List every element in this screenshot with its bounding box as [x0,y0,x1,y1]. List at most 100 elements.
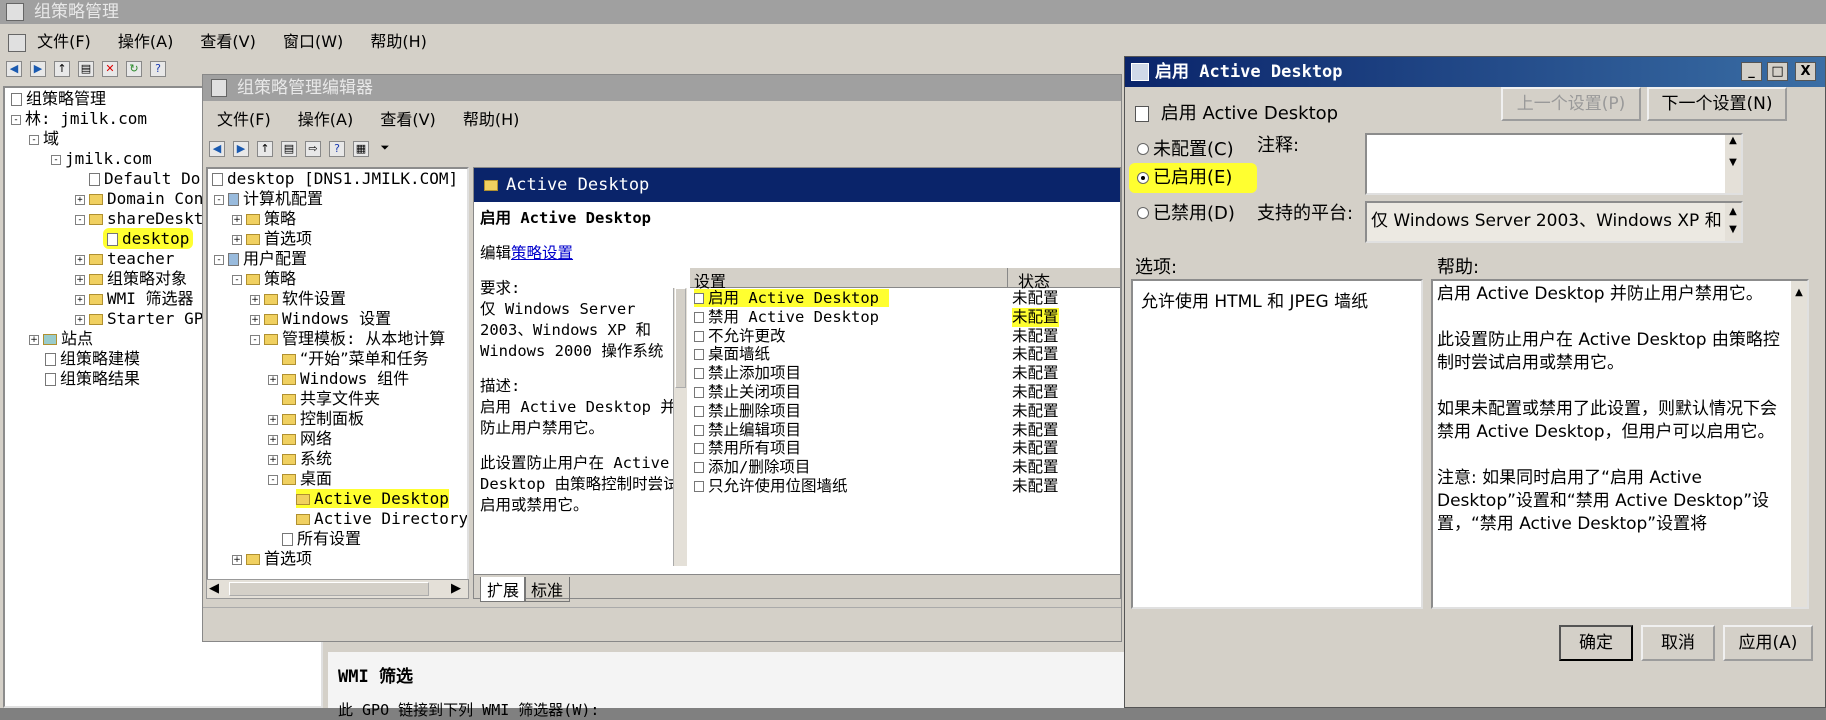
prev-setting-button[interactable]: 上一个设置(P) [1501,87,1641,121]
gpm-toolbar: ◀ ▶ ↑ ▤ ✕ ↻ ? [6,61,166,77]
gpm-menu-file[interactable]: 文件(F) [37,32,91,51]
gpe-tree-all-settings[interactable]: 所有设置 [208,529,467,549]
gpe-tree-preferences[interactable]: + 首选项 [208,229,467,249]
gpe-tree-admin-templates[interactable]: - 管理模板: 从本地计算 [208,329,467,349]
gpe-right-pane: Active Desktop 启用 Active Desktop 编辑策略设置 … [473,167,1121,602]
delete-icon[interactable]: ✕ [102,61,118,77]
dialog-header-text: 启用 Active Desktop [1160,103,1339,124]
list-item[interactable]: 只允许使用位图墙纸 未配置 [694,477,1114,496]
list-item[interactable]: 桌面墙纸 未配置 [694,345,1114,364]
policy-icon [1135,106,1149,122]
gpe-pane-header: Active Desktop [474,168,1120,202]
gpe-tree-computer-config[interactable]: - 计算机配置 [208,189,467,209]
radio-disabled[interactable]: 已禁用(D) [1137,199,1235,225]
edit-policy-link[interactable]: 策略设置 [511,244,573,262]
gpe-tree-start-menu[interactable]: “开始”菜单和任务 [208,349,467,369]
scroll-thumb[interactable] [675,288,686,388]
gpe-desc-desc-text2: 此设置防止用户在 Active Desktop 由策略控制时尝试启用或禁用它。 [480,454,679,514]
gpm-menu-action[interactable]: 操作(A) [118,32,173,51]
gpe-list-rows: 启用 Active Desktop 未配置 禁用 Active Desktop 未配… [694,289,1114,496]
option-text: 允许使用 HTML 和 JPEG 墙纸 [1141,292,1369,312]
gpe-tree-active-desktop[interactable]: Active Desktop [208,489,467,509]
comment-scrollbar[interactable]: ▲ ▼ [1725,135,1741,193]
gpe-tree-policies[interactable]: + 策略 [208,209,467,229]
gpm-app-icon-small [8,33,26,52]
gpe-tree-user-config[interactable]: - 用户配置 [208,249,467,269]
gpe-menu-help[interactable]: 帮助(H) [463,110,520,129]
scroll-right-icon[interactable]: ▶ [451,581,461,596]
up-folder-icon[interactable]: ↑ [257,141,273,157]
comment-field[interactable]: ▲ ▼ [1365,133,1743,195]
export-icon[interactable]: ⇨ [305,141,321,157]
refresh-icon[interactable]: ↻ [126,61,142,77]
list-item[interactable]: 禁用 Active Desktop 未配置 [694,307,1114,327]
help-icon[interactable]: ? [329,141,345,157]
gpe-window: 组策略管理编辑器 文件(F) 操作(A) 查看(V) 帮助(H) ◀ ▶ ↑ ▤… [202,74,1122,642]
gpe-pane-title: Active Desktop [506,175,650,195]
list-item[interactable]: 添加/删除项目 未配置 [694,458,1114,477]
minimize-button[interactable]: _ [1741,62,1762,81]
gpe-tree-shared-folders[interactable]: 共享文件夹 [208,389,467,409]
gpe-tree-active-directory[interactable]: Active Directory [208,509,467,529]
back-icon[interactable]: ◀ [6,61,22,77]
next-setting-button[interactable]: 下一个设置(N) [1647,87,1787,121]
radio-not-configured[interactable]: 未配置(C) [1137,135,1234,161]
gpe-tree-root[interactable]: desktop [DNS1.JMILK.COM] 策 [208,169,467,189]
gpe-tree-software[interactable]: + 软件设置 [208,289,467,309]
gpe-tree-windows[interactable]: + Windows 设置 [208,309,467,329]
cancel-button[interactable]: 取消 [1641,625,1715,661]
tab-extended[interactable]: 扩展 [480,577,527,602]
back-icon[interactable]: ◀ [209,141,225,157]
filter-icon[interactable]: ⏷ [377,141,393,157]
gpe-tree-win-components[interactable]: + Windows 组件 [208,369,467,389]
platform-scrollbar[interactable]: ▲ ▼ [1725,203,1741,241]
show-hide-tree-icon[interactable]: ▤ [78,61,94,77]
forward-icon[interactable]: ▶ [233,141,249,157]
gpe-menu-view[interactable]: 查看(V) [380,110,435,129]
gpe-titlebar[interactable]: 组策略管理编辑器 [203,75,1121,101]
scroll-left-icon[interactable]: ◀ [209,581,219,596]
gpe-menu-action[interactable]: 操作(A) [298,110,353,129]
radio-enabled[interactable]: 已启用(E) [1129,163,1257,193]
list-item[interactable]: 启用 Active Desktop 未配置 [694,289,1114,308]
close-button[interactable]: X [1795,62,1816,81]
gpm-menu-view[interactable]: 查看(V) [200,32,255,51]
list-item[interactable]: 禁用所有项目 未配置 [694,439,1114,458]
gpe-tree-preferences2[interactable]: + 首选项 [208,549,467,569]
help-paragraph: 注意: 如果同时启用了“启用 Active Desktop”设置和“禁用 Act… [1437,468,1770,534]
gpe-desc-scrollbar[interactable] [673,288,687,566]
gpe-tree-hscrollbar[interactable]: ◀ ▶ [206,579,469,599]
tab-standard[interactable]: 标准 [524,577,571,602]
help-paragraph: 启用 Active Desktop 并防止用户禁用它。 [1437,284,1763,304]
gpe-tree-control-panel[interactable]: + 控制面板 [208,409,467,429]
help-scrollbar[interactable]: ▲ [1791,281,1807,607]
list-item[interactable]: 禁止删除项目 未配置 [694,402,1114,421]
gpe-desc-req-label: 要求: [480,279,521,297]
gpm-menu-help[interactable]: 帮助(H) [370,32,427,51]
scroll-thumb[interactable] [229,582,429,596]
show-hide-tree-icon[interactable]: ▤ [281,141,297,157]
gpm-wmi-text: 此 GPO 链接到下列 WMI 筛选器(W): [338,701,600,719]
help-icon[interactable]: ? [150,61,166,77]
gpm-menubar: 文件(F) 操作(A) 查看(V) 窗口(W) 帮助(H) [0,28,449,56]
list-item[interactable]: 不允许更改 未配置 [694,327,1114,346]
forward-icon[interactable]: ▶ [30,61,46,77]
ok-button[interactable]: 确定 [1559,625,1633,661]
properties-icon[interactable]: ▦ [353,141,369,157]
list-item[interactable]: 禁止编辑项目 未配置 [694,421,1114,440]
up-folder-icon[interactable]: ↑ [54,61,70,77]
maximize-button[interactable]: □ [1767,62,1788,81]
gpe-desc-edit-prefix: 编辑 [480,244,512,262]
gpe-tree-system[interactable]: + 系统 [208,449,467,469]
gpe-tree: desktop [DNS1.JMILK.COM] 策 - 计算机配置 + 策略 + 首… [206,167,469,599]
list-item[interactable]: 禁止关闭项目 未配置 [694,383,1114,402]
gpm-menu-window[interactable]: 窗口(W) [283,32,343,51]
dialog-titlebar[interactable]: 启用 Active Desktop _ □ X [1125,57,1825,87]
gpe-tree-desktop[interactable]: - 桌面 [208,469,467,489]
gpe-tree-network[interactable]: + 网络 [208,429,467,449]
gpe-tree-policies2[interactable]: - 策略 [208,269,467,289]
gpm-titlebar[interactable]: 组策略管理 [0,0,1826,24]
apply-button[interactable]: 应用(A) [1723,625,1813,661]
gpe-menu-file[interactable]: 文件(F) [217,110,271,129]
list-item[interactable]: 禁止添加项目 未配置 [694,364,1114,383]
